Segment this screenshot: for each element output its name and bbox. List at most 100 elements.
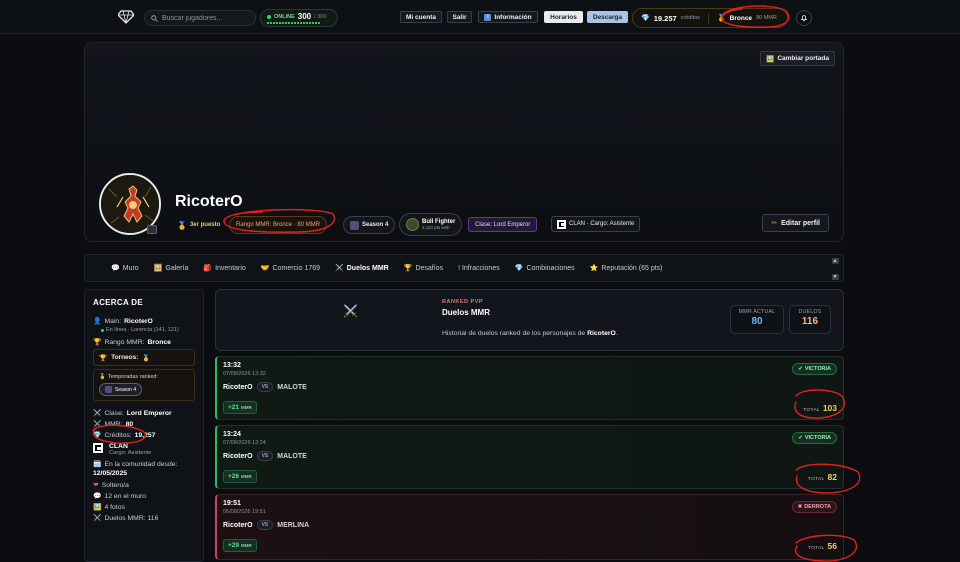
gallery-icon: 🖼️ (153, 265, 163, 272)
mmr-delta: +29 MMR (223, 539, 257, 552)
tabs-scroller: ▲ ▼ (831, 258, 839, 280)
tab-challenges[interactable]: 🏆 Desafíos (403, 264, 443, 273)
result-badge: ✔ VICTORIA (792, 432, 837, 444)
result-badge: ✖ DERROTA (791, 501, 837, 513)
class-row: ⚔️ Clase: Lord Emperor (93, 409, 172, 418)
duels-header-card: ⚔️ RANKED PVP Duelos MMR Historial de du… (215, 289, 844, 351)
username: RicoterO (175, 193, 243, 210)
place-chip: 🏅 3er puesto (171, 216, 226, 234)
duel-matchup: RicoterO VS MALOTE (223, 382, 307, 392)
tab-combinations[interactable]: 💎 Combinaciones (514, 264, 575, 273)
season-chip: Season 4 (99, 383, 143, 396)
medal-icon: 🏅 (177, 220, 187, 230)
relationship-row: ❤ Soltero/a (93, 481, 129, 490)
tab-trade[interactable]: 🤝 Comercio 1769 (260, 264, 320, 273)
search-input[interactable] (162, 14, 252, 22)
duel-row[interactable]: 13:32 07/08/2026 13:32 RicoterO VS MALOTE … (215, 356, 844, 420)
bull-icon (406, 218, 419, 231)
online-label: ONLINE (274, 13, 295, 20)
duels-count-box: DUELOS 116 (789, 305, 831, 334)
handshake-icon: 🤝 (260, 265, 270, 272)
tab-gallery[interactable]: 🖼️ Galería (153, 264, 189, 273)
photos-row: 🖼️ 4 fotos (93, 503, 125, 512)
info-button[interactable]: i Información (478, 11, 538, 23)
duel-time: 19:51 (223, 500, 241, 507)
duel-row[interactable]: 19:51 06/08/2026 19:51 RicoterO VS MERLINA… (215, 494, 844, 560)
online-max: / 300 (314, 13, 327, 20)
tab-reputation[interactable]: ⭐ Reputación (65 pts) (589, 264, 663, 273)
heart-icon: ❤ (93, 482, 99, 489)
season-label: Season 4 (362, 222, 389, 228)
clan-chip: CLAN · Cargo: Asistente (551, 216, 641, 232)
image-icon: 🖼️ (766, 55, 775, 63)
online-counter: ONLINE 300/ 300 (260, 9, 338, 27)
season-icon (105, 386, 112, 393)
duels-description: Historial de duelos ranked de los person… (442, 330, 618, 337)
scroll-down-icon[interactable]: ▼ (831, 274, 839, 280)
credits-row: 💎 Créditos: 19,257 (93, 431, 156, 440)
backpack-icon: 🎒 (203, 265, 213, 272)
chat-icon: 💬 (111, 265, 120, 272)
check-icon: ✔ (798, 366, 803, 372)
star-icon: ⭐ (589, 265, 599, 272)
main-row: 👤 Main: RicoterO (93, 317, 153, 326)
duel-row[interactable]: 13:24 07/08/2026 13:24 RicoterO VS MALOTE … (215, 425, 844, 489)
info-label: Información (494, 13, 532, 21)
edit-profile-button[interactable]: ✏ Editar perfil (762, 214, 829, 232)
duel-time: 13:32 (223, 362, 241, 369)
trophy-icon: 🏆 (99, 354, 108, 362)
notifications-button[interactable] (796, 10, 812, 26)
diamond-logo-icon[interactable] (118, 10, 134, 24)
online-bars (267, 22, 331, 24)
credits-value: 19.257 (653, 13, 677, 23)
info-icon: i (484, 13, 492, 21)
joined-date: 12/05/2025 (93, 470, 128, 477)
photo-icon: 🖼️ (93, 504, 102, 511)
rank-label: Bronce (729, 14, 753, 22)
online-count: 300 (297, 12, 312, 21)
duel-date: 07/08/2026 13:32 (223, 371, 266, 377)
search-bar[interactable] (144, 10, 256, 26)
duel-matchup: RicoterO VS MALOTE (223, 451, 307, 461)
online-dot-icon (267, 14, 271, 19)
gem-icon: 💎 (93, 432, 102, 439)
avatar-edit-badge-icon[interactable] (147, 225, 157, 234)
duels-row: ⚔️ Duelos MMR: 116 (93, 514, 159, 523)
scroll-up-icon[interactable]: ▲ (831, 258, 839, 264)
clan-logo-icon (557, 219, 566, 229)
about-panel: ACERCA DE 👤 Main: RicoterO En línea · Lore… (84, 289, 204, 562)
season-icon (350, 220, 359, 230)
ranked-kicker: RANKED PVP (442, 299, 484, 305)
user-icon: 👤 (93, 318, 102, 325)
bronze-medal-icon: 🏅 (716, 15, 726, 22)
my-account-button[interactable]: Mi cuenta (400, 11, 442, 23)
fighter-chip: Bull Fighter 2,110 pts web (399, 213, 463, 236)
swords-icon: ⚔️ (93, 421, 102, 428)
ranked-seasons-box: 🏅 Temporadas ranked: Season 4 (93, 369, 195, 401)
medal-icon: 🏅 (99, 374, 106, 380)
gem-icon: 💎 (514, 265, 524, 272)
schedule-button[interactable]: Horarios (544, 11, 583, 23)
joined-row: 🗓️ En la comunidad desde: (93, 460, 178, 469)
profile-cover: 🖼️ Cambiar portada RicoterO 🏅 3er puesto R… (84, 42, 844, 242)
mmr-delta: +26 MMR (223, 470, 257, 483)
tab-infractions[interactable]: ! Infracciones (458, 265, 500, 272)
class-chip: Clase: Lord Emperor (468, 217, 538, 232)
wall-row: 💬 12 en el muro (93, 492, 147, 501)
credits-rank-pill[interactable]: 💎 19.257 créditos 🏅 Bronce 80 MMR (632, 8, 788, 28)
logout-button[interactable]: Salir (447, 11, 472, 23)
download-button[interactable]: Descarga (587, 11, 628, 23)
tab-wall[interactable]: 💬 Muro (111, 264, 139, 273)
change-cover-label: Cambiar portada (777, 55, 829, 62)
swords-icon: ⚔️ (93, 515, 102, 522)
tab-inventory[interactable]: 🎒 Inventario (203, 264, 245, 273)
gem-icon: 💎 (641, 15, 650, 22)
change-cover-button[interactable]: 🖼️ Cambiar portada (760, 51, 835, 66)
season-chip: Season 4 (343, 216, 396, 234)
duel-date: 06/08/2026 19:51 (223, 509, 266, 515)
trophy-icon: 🏆 (403, 265, 413, 272)
top-navbar: ONLINE300/ 300 Mi cuenta Salir iInformac… (0, 0, 960, 34)
result-badge: ✔ VICTORIA (792, 363, 837, 375)
rank-mmr: 80 MMR (756, 15, 777, 21)
tab-mmr-duels[interactable]: ⚔️ Duelos MMR (335, 264, 389, 273)
